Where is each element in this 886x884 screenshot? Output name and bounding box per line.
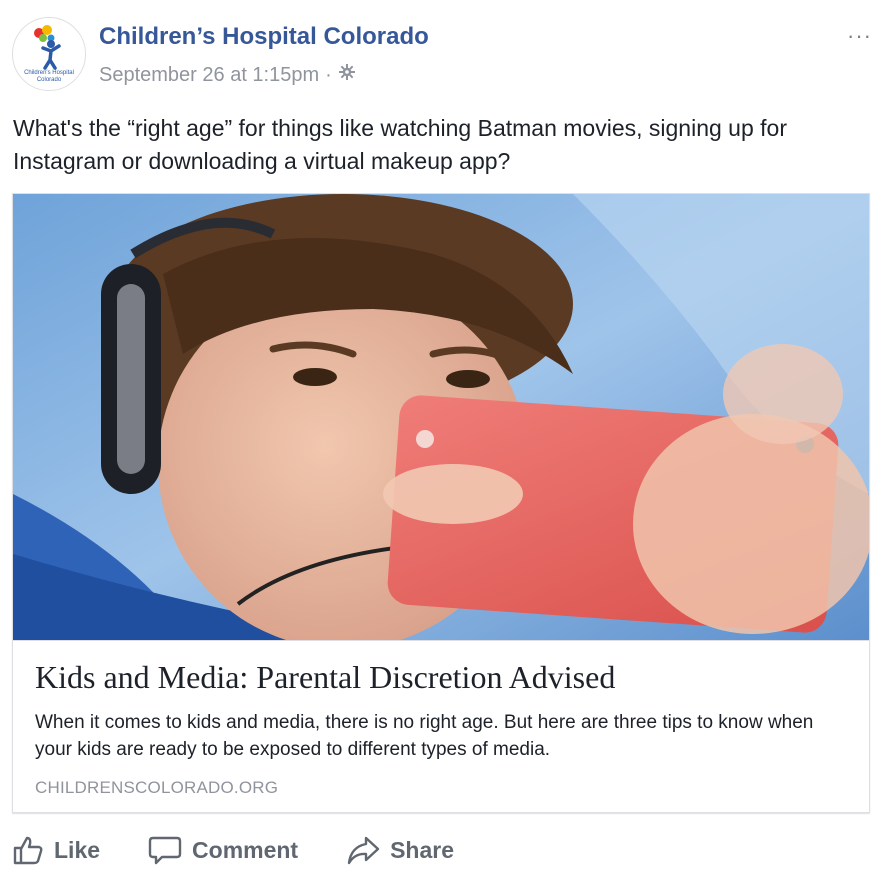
- comment-label: Comment: [192, 836, 299, 863]
- post-options-button[interactable]: ···: [847, 23, 872, 49]
- share-button[interactable]: Share: [346, 834, 454, 866]
- link-domain: CHILDRENSCOLORADO.ORG: [35, 778, 279, 797]
- share-label: Share: [390, 836, 455, 863]
- page-avatar[interactable]: Children's Hospital Colorado: [12, 17, 86, 91]
- comment-icon: [148, 836, 182, 865]
- like-label: Like: [54, 836, 101, 863]
- gear-icon[interactable]: [338, 63, 356, 87]
- meta-separator: ·: [325, 63, 332, 86]
- link-description: When it comes to kids and media, there i…: [35, 712, 814, 760]
- link-preview-card[interactable]: Kids and Media: Parental Discretion Advi…: [12, 193, 870, 813]
- post-text: What's the “right age” for things like w…: [13, 115, 787, 174]
- avatar-logo-text: Children's Hospital Colorado: [24, 70, 74, 83]
- comment-button[interactable]: Comment: [148, 834, 298, 866]
- link-caption[interactable]: Kids and Media: Parental Discretion Advi…: [13, 640, 869, 812]
- link-preview-image[interactable]: [13, 194, 869, 640]
- post-header: Children's Hospital Colorado Children’s …: [12, 17, 874, 97]
- post-timestamp[interactable]: September 26 at 1:15pm: [99, 64, 319, 87]
- post-meta: September 26 at 1:15pm ·: [99, 63, 356, 87]
- like-button[interactable]: Like: [12, 834, 100, 866]
- page-name-link[interactable]: Children’s Hospital Colorado: [99, 23, 429, 51]
- thumbs-up-icon: [13, 836, 43, 865]
- boy-with-phone-image: [13, 194, 869, 640]
- link-title[interactable]: Kids and Media: Parental Discretion Advi…: [35, 659, 615, 696]
- share-arrow-icon: [347, 836, 380, 865]
- post-actions: Like Comment Share: [12, 828, 502, 872]
